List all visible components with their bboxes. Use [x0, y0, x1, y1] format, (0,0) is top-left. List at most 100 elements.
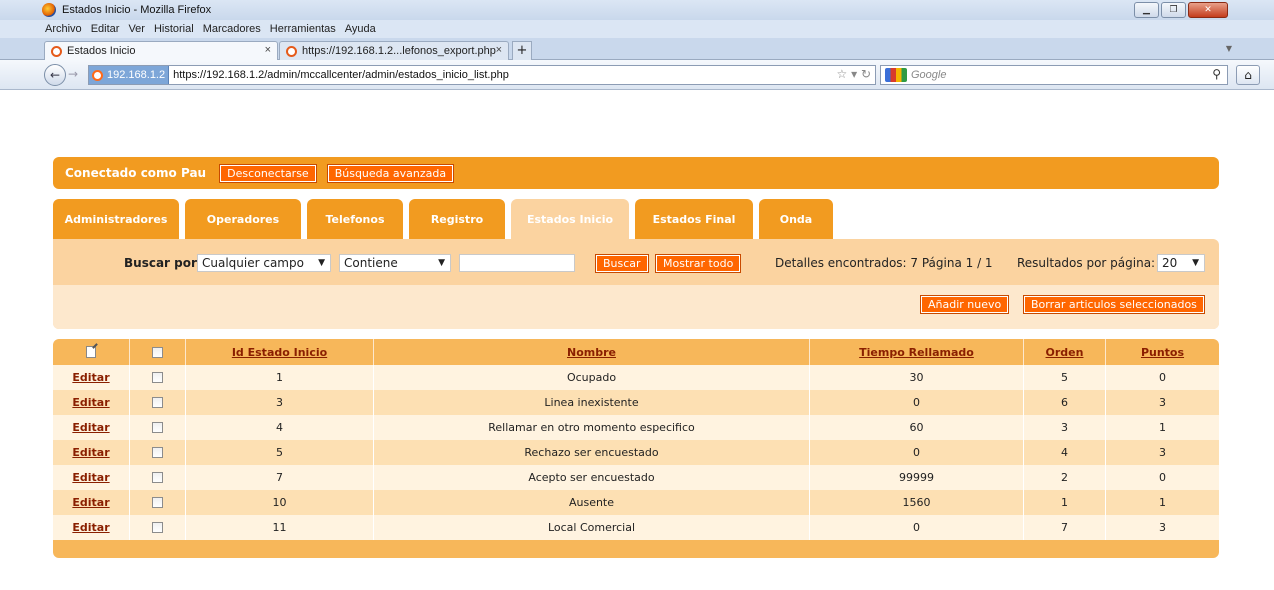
cell-orden-cell: 6 — [1024, 390, 1106, 415]
row-checkbox-cell — [130, 515, 186, 540]
url-text[interactable]: https://192.168.1.2/admin/mccallcenter/a… — [169, 69, 509, 81]
delete-selected-button[interactable]: Borrar articulos seleccionados — [1023, 295, 1205, 314]
home-button[interactable]: ⌂ — [1236, 65, 1260, 85]
advanced-search-button[interactable]: Búsqueda avanzada — [326, 163, 455, 183]
menu-archivo[interactable]: Archivo — [45, 23, 82, 35]
web-search-field[interactable]: Google ⚲ — [880, 65, 1228, 85]
cell-puntos-cell: 3 — [1106, 515, 1219, 540]
edit-link[interactable]: Editar — [72, 421, 109, 434]
row-checkbox[interactable] — [152, 397, 163, 408]
cell-puntos-cell: 1 — [1106, 415, 1219, 440]
edit-link[interactable]: Editar — [72, 496, 109, 509]
edit-column-header — [53, 339, 130, 365]
row-checkbox[interactable] — [152, 522, 163, 533]
column-header-id[interactable]: Id Estado Inicio — [186, 339, 374, 365]
new-tab-button[interactable]: + — [512, 41, 532, 60]
window-titlebar: Estados Inicio - Mozilla Firefox ▁ ❐ ✕ — [0, 0, 1274, 20]
edit-link[interactable]: Editar — [72, 471, 109, 484]
google-engine-icon[interactable] — [885, 68, 907, 82]
cell-tiempo-cell: 60 — [810, 415, 1024, 440]
minimize-button[interactable]: ▁ — [1134, 2, 1159, 18]
cell-orden: 3 — [1061, 421, 1068, 434]
menu-ver[interactable]: Ver — [128, 23, 145, 35]
select-all-column-header — [130, 339, 186, 365]
edit-link[interactable]: Editar — [72, 521, 109, 534]
row-checkbox[interactable] — [152, 422, 163, 433]
column-header-orden[interactable]: Orden — [1024, 339, 1106, 365]
edit-link-cell: Editar — [53, 440, 130, 465]
row-checkbox[interactable] — [152, 472, 163, 483]
cell-nombre-cell: Ocupado — [374, 365, 810, 390]
search-operator-value: Contiene — [344, 256, 398, 270]
results-per-page-value: 20 — [1162, 256, 1178, 270]
tab-operadores[interactable]: Operadores — [185, 199, 301, 239]
tab-administradores[interactable]: Administradores — [53, 199, 179, 239]
edit-link[interactable]: Editar — [72, 371, 109, 384]
close-window-button[interactable]: ✕ — [1188, 2, 1228, 18]
bookmark-star-icon[interactable]: ☆ ▾ ↻ — [837, 67, 871, 81]
cell-puntos-cell: 3 — [1106, 390, 1219, 415]
cell-id: 7 — [276, 471, 283, 484]
search-field-select[interactable]: Cualquier campo ▼ — [197, 254, 331, 272]
table-row: Editar 7 Acepto ser encuestado 99999 2 0 — [53, 465, 1219, 490]
menu-historial[interactable]: Historial — [154, 23, 194, 35]
tab-telefonos[interactable]: Telefonos — [307, 199, 403, 239]
tab-estados-inicio[interactable]: Estados Inicio — [511, 199, 629, 239]
chevron-down-icon: ▼ — [438, 258, 445, 268]
edit-link-cell: Editar — [53, 465, 130, 490]
cell-nombre-cell: Local Comercial — [374, 515, 810, 540]
close-tab-icon[interactable]: × — [265, 44, 271, 56]
menu-ayuda[interactable]: Ayuda — [345, 23, 376, 35]
cell-puntos-cell: 0 — [1106, 365, 1219, 390]
search-field-value: Cualquier campo — [202, 256, 304, 270]
search-button[interactable]: Buscar — [595, 253, 649, 273]
search-input[interactable] — [459, 254, 575, 272]
section-tabs: Administradores Operadores Telefonos Reg… — [53, 199, 833, 239]
window-controls: ▁ ❐ ✕ — [1134, 2, 1228, 18]
cell-tiempo-cell: 99999 — [810, 465, 1024, 490]
search-operator-select[interactable]: Contiene ▼ — [339, 254, 451, 272]
row-checkbox[interactable] — [152, 372, 163, 383]
cell-puntos-cell: 0 — [1106, 465, 1219, 490]
menu-bar: Archivo Editar Ver Historial Marcadores … — [0, 20, 1274, 38]
row-checkbox[interactable] — [152, 447, 163, 458]
close-tab-icon[interactable]: × — [496, 44, 502, 56]
user-bar: Conectado como Pau Desconectarse Búsqued… — [53, 157, 1219, 189]
logout-button[interactable]: Desconectarse — [219, 163, 317, 183]
cell-nombre: Local Comercial — [547, 521, 636, 534]
add-new-button[interactable]: Añadir nuevo — [919, 295, 1010, 314]
show-all-button[interactable]: Mostrar todo — [654, 253, 742, 273]
tab-onda[interactable]: Onda — [759, 199, 833, 239]
forward-button[interactable]: → — [68, 67, 78, 81]
cell-puntos-cell: 1 — [1106, 490, 1219, 515]
firefox-logo-icon — [42, 3, 56, 17]
row-checkbox[interactable] — [152, 497, 163, 508]
cell-tiempo: 30 — [909, 371, 924, 384]
results-per-page-select[interactable]: 20 ▼ — [1157, 254, 1205, 272]
cell-orden: 2 — [1061, 471, 1068, 484]
cell-orden-cell: 5 — [1024, 365, 1106, 390]
column-header-nombre[interactable]: Nombre — [374, 339, 810, 365]
edit-link[interactable]: Editar — [72, 396, 109, 409]
browser-tab-estados-inicio[interactable]: Estados Inicio × — [44, 41, 278, 60]
cell-orden: 1 — [1061, 496, 1068, 509]
tab-list-chevron-icon[interactable]: ▼ — [1226, 44, 1232, 53]
address-bar[interactable]: 192.168.1.2 https://192.168.1.2/admin/mc… — [88, 65, 876, 85]
edit-link[interactable]: Editar — [72, 446, 109, 459]
menu-editar[interactable]: Editar — [91, 23, 120, 35]
row-checkbox-cell — [130, 415, 186, 440]
column-header-tiempo[interactable]: Tiempo Rellamado — [810, 339, 1024, 365]
cell-id-cell: 1 — [186, 365, 374, 390]
site-identity-badge[interactable]: 192.168.1.2 — [89, 66, 170, 84]
menu-marcadores[interactable]: Marcadores — [203, 23, 261, 35]
tab-registro[interactable]: Registro — [409, 199, 505, 239]
back-button[interactable]: ← — [44, 64, 66, 86]
menu-herramientas[interactable]: Herramientas — [270, 23, 336, 35]
maximize-button[interactable]: ❐ — [1161, 2, 1186, 18]
tab-estados-final[interactable]: Estados Final — [635, 199, 753, 239]
select-all-checkbox[interactable] — [152, 346, 163, 358]
browser-tab-export[interactable]: https://192.168.1.2...lefonos_export.php… — [279, 41, 509, 60]
cell-tiempo: 0 — [913, 396, 920, 409]
search-icon[interactable]: ⚲ — [1212, 67, 1221, 81]
column-header-puntos[interactable]: Puntos — [1106, 339, 1219, 365]
